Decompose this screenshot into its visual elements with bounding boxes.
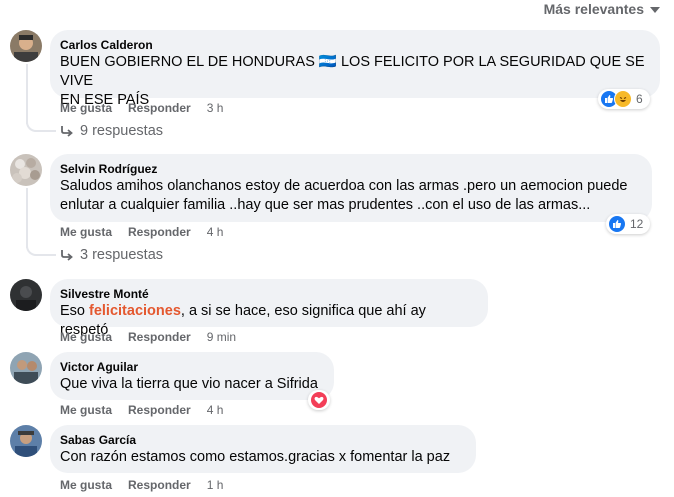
thread-line <box>26 64 28 124</box>
replies-count-label: 9 respuestas <box>80 123 164 139</box>
comment-text: Con razón estamos como estamos.gracias x… <box>60 449 451 465</box>
reply-arrow-icon <box>61 250 73 261</box>
view-replies-link[interactable]: 3 respuestas <box>60 247 163 263</box>
like-button[interactable]: Me gusta <box>60 330 112 344</box>
avatar[interactable] <box>10 154 42 186</box>
reaction-summary[interactable]: 6 <box>598 89 650 109</box>
comment-item: Carlos Calderon BUEN GOBIERNO EL DE HOND… <box>10 30 670 142</box>
comment-actions: Me gusta Responder 4 h <box>60 224 223 240</box>
reply-button[interactable]: Responder <box>128 330 191 344</box>
reaction-count: 6 <box>636 92 643 106</box>
thread-line <box>26 188 28 248</box>
like-button[interactable]: Me gusta <box>60 478 112 492</box>
comment-actions: Me gusta Responder 3 h <box>60 100 223 116</box>
comment-item: Sabas García Con razón estamos como esta… <box>10 425 670 495</box>
like-button[interactable]: Me gusta <box>60 403 112 417</box>
comment-text: Que viva la tierra que vio nacer a Sifri… <box>60 376 318 392</box>
comment-bubble: Silvestre Monté Eso felicitaciones, a si… <box>50 279 488 338</box>
replies-count-label: 3 respuestas <box>80 247 164 263</box>
reply-button[interactable]: Responder <box>128 225 191 239</box>
comment-timestamp[interactable]: 9 min <box>207 330 236 344</box>
like-button[interactable]: Me gusta <box>60 225 112 239</box>
comment-item: Selvin Rodríguez Saludos amihos olanchan… <box>10 154 670 266</box>
reaction-summary[interactable] <box>308 390 330 410</box>
comment-actions: Me gusta Responder 4 h <box>60 402 223 418</box>
comment-author[interactable]: Carlos Calderon <box>60 37 648 53</box>
reaction-count: 12 <box>630 217 644 231</box>
comment-timestamp[interactable]: 1 h <box>207 478 224 492</box>
reaction-summary[interactable]: 12 <box>606 214 651 234</box>
comment-author[interactable]: Selvin Rodríguez <box>60 161 640 177</box>
comment-item: Silvestre Monté Eso felicitaciones, a si… <box>10 279 670 345</box>
comment-text-line: Saludos amihos olanchanos estoy de acuer… <box>60 178 628 194</box>
comment-text-line: enlutar a cualquier familia ..hay que se… <box>60 197 591 213</box>
comment-item: Victor Aguilar Que viva la tierra que vi… <box>10 352 670 418</box>
sort-label: Más relevantes <box>543 1 644 17</box>
love-reaction-icon <box>310 391 328 409</box>
comment-timestamp[interactable]: 4 h <box>207 225 224 239</box>
avatar[interactable] <box>10 279 42 311</box>
reply-button[interactable]: Responder <box>128 478 191 492</box>
comment-bubble: Carlos Calderon BUEN GOBIERNO EL DE HOND… <box>50 30 660 108</box>
highlighted-word[interactable]: felicitaciones <box>89 303 181 319</box>
comment-bubble: Victor Aguilar Que viva la tierra que vi… <box>50 352 334 400</box>
comment-timestamp[interactable]: 4 h <box>207 403 224 417</box>
reply-arrow-icon <box>61 126 73 137</box>
comment-text-line: BUEN GOBIERNO EL DE HONDURAS 🇭🇳 LOS FELI… <box>60 54 645 89</box>
view-replies-link[interactable]: 9 respuestas <box>60 123 163 139</box>
chevron-down-icon <box>650 7 660 13</box>
sort-dropdown[interactable]: Más relevantes <box>544 0 660 18</box>
avatar[interactable] <box>10 352 42 384</box>
avatar[interactable] <box>10 30 42 62</box>
comment-timestamp[interactable]: 3 h <box>207 101 224 115</box>
comment-bubble: Sabas García Con razón estamos como esta… <box>50 425 476 473</box>
comment-actions: Me gusta Responder 9 min <box>60 329 236 345</box>
comment-author[interactable]: Victor Aguilar <box>60 359 322 375</box>
haha-reaction-icon <box>614 90 632 108</box>
reply-button[interactable]: Responder <box>128 403 191 417</box>
like-button[interactable]: Me gusta <box>60 101 112 115</box>
avatar[interactable] <box>10 425 42 457</box>
comment-bubble: Selvin Rodríguez Saludos amihos olanchan… <box>50 154 652 222</box>
reply-button[interactable]: Responder <box>128 101 191 115</box>
comment-actions: Me gusta Responder 1 h <box>60 477 223 493</box>
like-reaction-icon <box>608 215 626 233</box>
thread-connector <box>26 240 56 256</box>
comment-text-part: Eso <box>60 303 90 319</box>
comment-author[interactable]: Silvestre Monté <box>60 286 476 302</box>
thread-connector <box>26 116 56 132</box>
comment-author[interactable]: Sabas García <box>60 432 464 448</box>
